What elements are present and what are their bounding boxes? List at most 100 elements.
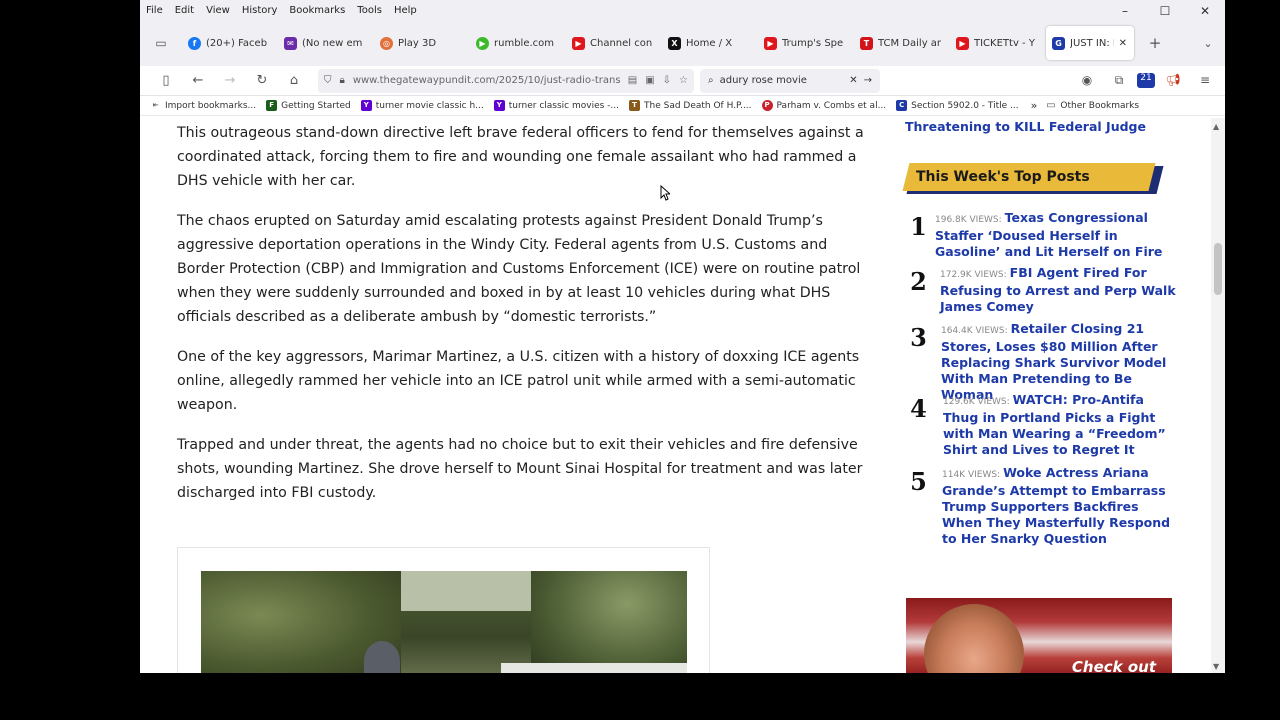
- youtube-icon: ▶: [956, 36, 969, 50]
- tab-strip: ▭ f (20+) Faceb ✉ (No new em ◎ Play 3D ▶ rum…: [140, 20, 1225, 66]
- bookmark-section[interactable]: C Section 5902.0 - Title ...: [896, 100, 1019, 111]
- url-bar[interactable]: ⛉ 🔒︎ www.thegatewaypundit.com/2025/10/ju…: [318, 68, 694, 93]
- page-scrollbar[interactable]: ▲ ▼: [1211, 118, 1225, 673]
- bookmark-turner-movie[interactable]: Yturner movie classic h...: [360, 100, 484, 111]
- home-icon[interactable]: ⌂: [278, 73, 310, 88]
- post-link[interactable]: 172.9K VIEWS: FBI Agent Fired For Refusin…: [931, 265, 1181, 315]
- rumble-icon: ▶: [476, 36, 489, 50]
- megaphone-icon[interactable]: 📢︎: [1159, 73, 1187, 88]
- close-window-icon[interactable]: ✕: [1185, 0, 1225, 20]
- url-text[interactable]: www.thegatewaypundit.com/2025/10/just-ra…: [353, 75, 620, 86]
- sidebar-ad[interactable]: Check out: [906, 598, 1172, 673]
- toolbar-right: ◉ ⧉ 21 📢︎ ≡: [1073, 73, 1225, 88]
- photo-sky: [401, 571, 531, 611]
- tab-list-icon[interactable]: ▭: [148, 30, 174, 56]
- maximize-icon[interactable]: ☐: [1145, 0, 1185, 20]
- tcm-icon: T: [860, 36, 873, 50]
- bookmark-import[interactable]: ⇤ Import bookmarks...: [150, 100, 257, 111]
- menu-file[interactable]: File: [140, 5, 169, 16]
- bookmark-sad-death[interactable]: T The Sad Death Of H.P....: [629, 100, 752, 111]
- top-post-4[interactable]: 4 129.6K VIEWS: WATCH: Pro-Antifa Thug in…: [906, 392, 1181, 458]
- tab-tickettv[interactable]: ▶ TICKETtv - Y: [950, 26, 1046, 60]
- minimize-icon[interactable]: –: [1105, 0, 1145, 20]
- tab-trumps-speech[interactable]: ▶ Trump's Spe: [758, 26, 854, 60]
- tab-play3d[interactable]: ◎ Play 3D: [374, 26, 470, 60]
- top-posts-title: This Week's Top Posts: [916, 169, 1090, 185]
- scroll-down-icon[interactable]: ▼: [1213, 662, 1219, 671]
- search-input[interactable]: adury rose movie: [720, 75, 844, 86]
- menu-view[interactable]: View: [200, 5, 236, 16]
- go-arrow-icon[interactable]: →: [864, 75, 872, 86]
- post-link[interactable]: 114K VIEWS: Woke Actress Ariana Grande’s …: [931, 465, 1181, 547]
- site-icon: T: [629, 100, 640, 111]
- search-bar[interactable]: ⌕ adury rose movie ✕ →: [700, 68, 880, 93]
- tab-facebook[interactable]: f (20+) Faceb: [182, 26, 278, 60]
- tab-gateway-pundit-active[interactable]: GJUST IN: F✕: [1046, 26, 1134, 60]
- clear-search-icon[interactable]: ✕: [849, 75, 857, 86]
- post-link[interactable]: 196.8K VIEWS: Texas Congressional Staffer…: [931, 210, 1181, 260]
- bookmark-other[interactable]: ▭ Other Bookmarks: [1045, 100, 1139, 111]
- tab-mail[interactable]: ✉ (No new em: [278, 26, 374, 60]
- article-photo[interactable]: [201, 571, 687, 673]
- yahoo-icon: Y: [360, 100, 372, 111]
- bookmarks-bar: ⇤ Import bookmarks... F Getting Started Yt…: [140, 96, 1225, 116]
- reload-icon[interactable]: ↻: [246, 73, 278, 88]
- post-views: 164.4K VIEWS:: [941, 326, 1008, 336]
- close-tab-icon[interactable]: ✕: [1119, 38, 1127, 49]
- top-post-2[interactable]: 2 172.9K VIEWS: FBI Agent Fired For Refus…: [906, 265, 1181, 315]
- new-tab-icon[interactable]: +: [1142, 34, 1168, 52]
- reader-view-icon[interactable]: ▤: [628, 75, 637, 86]
- more-bookmarks-icon[interactable]: »: [1031, 99, 1038, 112]
- sidebar-top-link[interactable]: Threatening to KILL Federal Judge: [905, 119, 1185, 135]
- game-icon: ◎: [380, 36, 393, 50]
- menu-bookmarks[interactable]: Bookmarks: [283, 5, 351, 16]
- post-link[interactable]: 129.6K VIEWS: WATCH: Pro-Antifa Thug in P…: [931, 392, 1181, 458]
- browser-window: File Edit View History Bookmarks Tools H…: [140, 0, 1225, 673]
- bookmark-parham[interactable]: P Parham v. Combs et al...: [761, 100, 886, 111]
- menu-tools[interactable]: Tools: [351, 5, 388, 16]
- top-post-1[interactable]: 1 196.8K VIEWS: Texas Congressional Staff…: [906, 210, 1181, 260]
- post-rank: 1: [910, 212, 927, 241]
- post-rank: 4: [910, 394, 927, 423]
- forward-icon[interactable]: →: [214, 73, 246, 88]
- photo-vehicle: [501, 663, 687, 673]
- back-icon[interactable]: ←: [182, 73, 214, 88]
- navigation-bar: ▯ ← → ↻ ⌂ ⛉ 🔒︎ www.thegatewaypundit.com/…: [140, 66, 1225, 96]
- bookmark-turner-classic[interactable]: Yturner classic movies -...: [493, 100, 619, 111]
- addon-icon[interactable]: 21: [1137, 73, 1155, 88]
- post-views: 172.9K VIEWS:: [940, 270, 1007, 280]
- youtube-icon: ▶: [764, 36, 777, 50]
- top-post-3[interactable]: 3 164.4K VIEWS: Retailer Closing 21 Store…: [906, 321, 1181, 403]
- top-post-5[interactable]: 5 114K VIEWS: Woke Actress Ariana Grande’…: [906, 465, 1181, 547]
- post-views: 196.8K VIEWS:: [935, 215, 1002, 225]
- mouse-cursor-icon: [660, 185, 670, 201]
- sidebar-toggle-icon[interactable]: ▯: [150, 73, 182, 88]
- menu-history[interactable]: History: [236, 5, 284, 16]
- post-rank: 2: [910, 267, 927, 296]
- scroll-up-icon[interactable]: ▲: [1213, 122, 1219, 131]
- import-icon: ⇤: [152, 101, 159, 109]
- menu-help[interactable]: Help: [388, 5, 423, 16]
- chevron-down-icon[interactable]: ⌄: [1195, 37, 1221, 50]
- scrollbar-thumb[interactable]: [1214, 243, 1222, 295]
- article-paragraph: The chaos erupted on Saturday amid escal…: [177, 213, 861, 325]
- page-content: This outrageous stand-down directive lef…: [140, 118, 1225, 673]
- menu-edit[interactable]: Edit: [169, 5, 200, 16]
- tab-rumble[interactable]: ▶ rumble.com: [470, 26, 566, 60]
- tab-channel[interactable]: ▶ Channel con: [566, 26, 662, 60]
- post-link[interactable]: 164.4K VIEWS: Retailer Closing 21 Stores,…: [931, 321, 1181, 403]
- lock-icon[interactable]: 🔒︎: [340, 75, 345, 86]
- tab-tcm[interactable]: T TCM Daily ar: [854, 26, 950, 60]
- bookmark-getting-started[interactable]: F Getting Started: [266, 100, 351, 111]
- extensions-icon[interactable]: ⧉: [1105, 73, 1133, 88]
- bookmark-star-icon[interactable]: ☆: [679, 75, 688, 86]
- tab-x-home[interactable]: X Home / X: [662, 26, 758, 60]
- screenshot-icon[interactable]: ▣: [645, 75, 654, 86]
- shield-icon[interactable]: ⛉: [324, 75, 332, 86]
- article-paragraph: Trapped and under threat, the agents had…: [177, 437, 863, 501]
- ad-text: Check out: [1071, 658, 1156, 673]
- menu-icon[interactable]: ≡: [1191, 73, 1219, 88]
- account-icon[interactable]: ◉: [1073, 73, 1101, 88]
- save-page-icon[interactable]: ⇩: [663, 75, 671, 86]
- top-posts-header: This Week's Top Posts: [902, 163, 1164, 194]
